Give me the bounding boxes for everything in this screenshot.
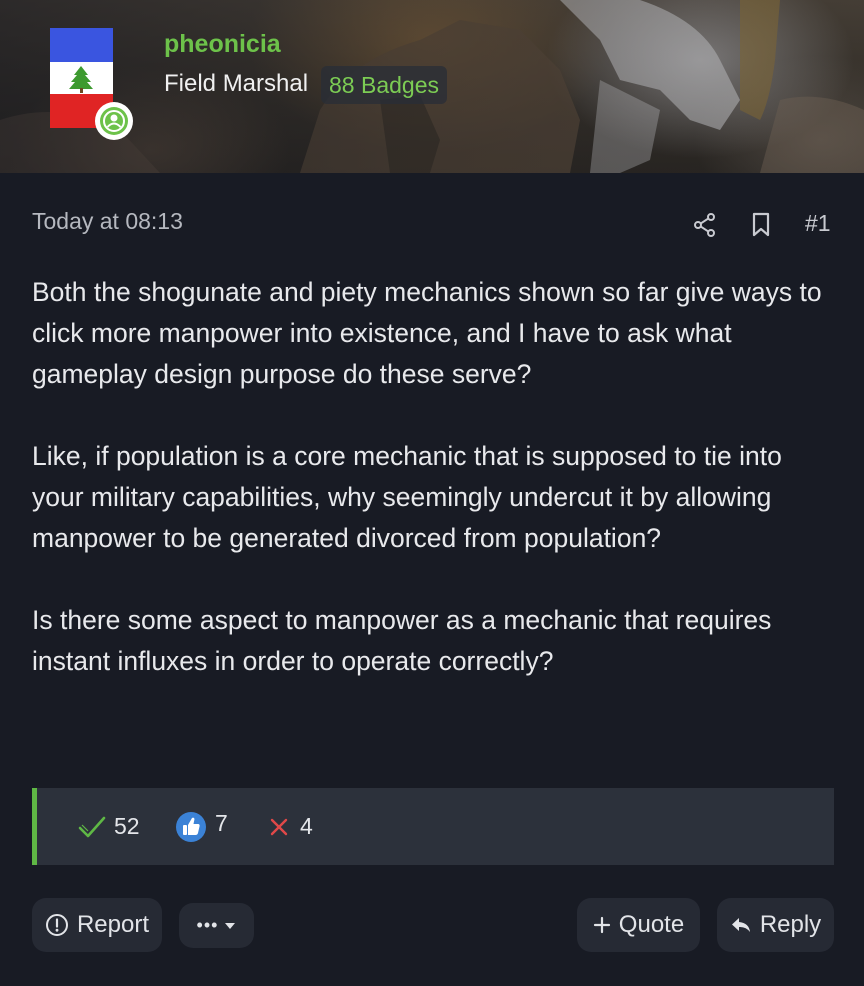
report-label: Report — [76, 911, 150, 938]
user-title: Field Marshal — [164, 70, 309, 97]
quote-label: Quote — [618, 911, 685, 938]
reply-label: Reply — [759, 911, 822, 938]
online-status-icon — [95, 102, 133, 140]
post-timestamp[interactable]: Today at 08:13 — [32, 208, 183, 235]
share-icon[interactable] — [692, 212, 718, 243]
post-paragraph: Like, if population is a core mechanic t… — [32, 441, 782, 553]
reaction-agree[interactable]: 52 — [78, 788, 140, 865]
post-number-link[interactable]: #1 — [805, 210, 831, 237]
checkmark-icon — [78, 816, 106, 837]
x-icon — [270, 818, 288, 835]
reaction-count: 4 — [300, 813, 313, 839]
report-button[interactable]: Report — [32, 898, 162, 952]
alert-circle-icon — [45, 913, 69, 937]
reaction-disagree[interactable]: 4 — [268, 788, 313, 865]
username-link[interactable]: pheonicia — [164, 30, 281, 59]
post-paragraph: Is there some aspect to manpower as a me… — [32, 605, 772, 676]
reaction-count: 7 — [215, 810, 228, 836]
reply-arrow-icon — [730, 915, 752, 935]
plus-icon — [593, 916, 611, 934]
bookmark-icon[interactable] — [750, 212, 772, 243]
post-paragraph: Both the shogunate and piety mechanics s… — [32, 277, 822, 389]
reaction-like[interactable]: 7 — [175, 788, 228, 865]
more-dots-icon: ••• — [196, 915, 219, 935]
post-content: Both the shogunate and piety mechanics s… — [32, 272, 832, 723]
badges-link[interactable]: 88 Badges — [321, 66, 447, 104]
chevron-down-icon — [224, 922, 236, 930]
more-options-button[interactable]: ••• — [179, 903, 254, 948]
quote-button[interactable]: Quote — [577, 898, 700, 952]
thumbs-up-icon — [176, 811, 206, 842]
reply-button[interactable]: Reply — [717, 898, 834, 952]
reaction-count: 52 — [114, 813, 140, 839]
reactions-bar: 52 7 4 — [32, 788, 834, 865]
